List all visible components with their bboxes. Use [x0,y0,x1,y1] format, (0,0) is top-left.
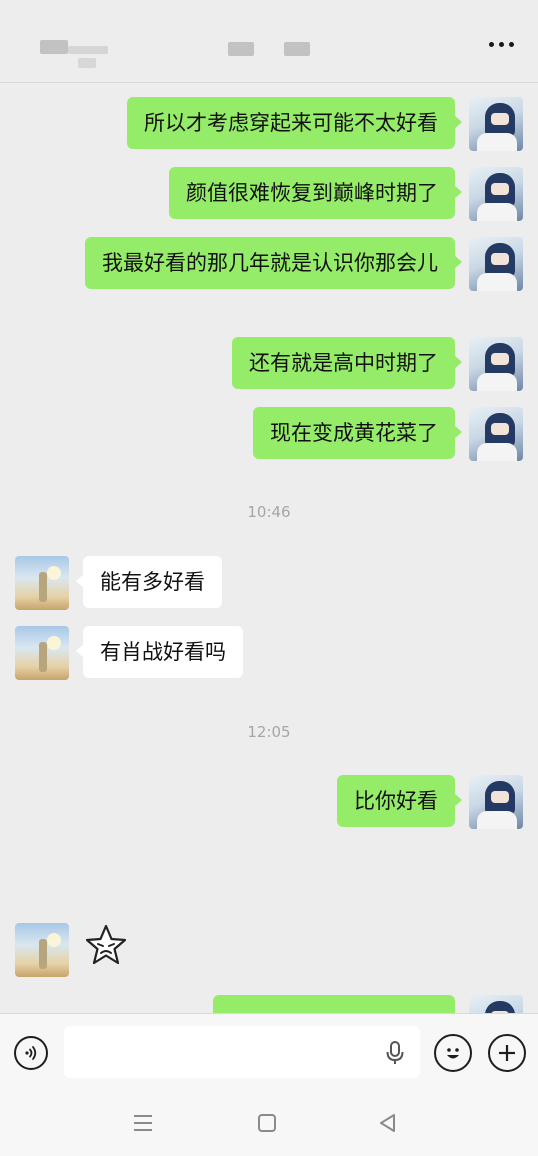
contact-message-bubble[interactable]: 能有多好看 [76,556,222,608]
message-row: 所以才考虑穿起来可能不太好看 [127,97,523,151]
blurred-text [68,46,108,54]
my-message-bubble[interactable]: 所以才考虑穿起来可能不太好看 [127,97,462,149]
emoji-icon[interactable] [434,1034,472,1072]
message-row: 还有就是高中时期了 [232,337,523,391]
my-message-bubble[interactable]: 现在变成黄花菜了 [253,407,462,459]
message-row: 现在变成黄花菜了 [253,407,523,461]
back-icon[interactable] [377,1112,399,1134]
message-row: 有肖战好看吗 [15,626,243,680]
more-dots-icon[interactable] [489,42,514,47]
message-row: 比你好看 [337,775,523,829]
timestamp: 12:05 [247,723,291,741]
my-message-bubble[interactable]: 比你好看 [337,775,462,827]
my-avatar[interactable] [469,775,523,829]
voice-mode-icon[interactable] [14,1036,48,1070]
my-avatar[interactable] [469,995,523,1013]
pouting-star-sticker-icon[interactable] [83,923,129,969]
plus-icon[interactable] [488,1034,526,1072]
home-icon[interactable] [256,1112,278,1134]
contact-avatar[interactable] [15,556,69,610]
my-avatar[interactable] [469,97,523,151]
message-input[interactable] [64,1026,420,1078]
my-avatar[interactable] [469,337,523,391]
message-row: 颜值很难恢复到巅峰时期了 [169,167,523,221]
message-input-bar [0,1013,538,1094]
chat-header [0,0,538,83]
blurred-back-area[interactable] [40,40,68,54]
timestamp: 10:46 [247,503,291,521]
blurred-text [78,58,96,68]
message-row [15,923,129,977]
message-row: 我最好看的那几年就是认识你那会儿 [85,237,523,291]
blurred-chat-title [284,42,310,56]
microphone-icon[interactable] [384,1040,406,1066]
my-avatar[interactable] [469,237,523,291]
my-avatar[interactable] [469,167,523,221]
menu-icon[interactable] [132,1113,154,1133]
my-message-bubble[interactable]: 颜值很难恢复到巅峰时期了 [169,167,462,219]
message-row [213,995,523,1013]
contact-message-bubble[interactable]: 有肖战好看吗 [76,626,243,678]
chat-message-list[interactable]: 所以才考虑穿起来可能不太好看 颜值很难恢复到巅峰时期了 我最好看的那几年就是认识… [0,83,538,1013]
system-navigation-bar [0,1093,538,1156]
my-avatar[interactable] [469,407,523,461]
message-row: 能有多好看 [15,556,222,610]
contact-avatar[interactable] [15,923,69,977]
my-message-bubble-cut-off[interactable] [213,995,455,1013]
contact-avatar[interactable] [15,626,69,680]
my-message-bubble[interactable]: 还有就是高中时期了 [232,337,462,389]
blurred-chat-title [228,42,254,56]
my-message-bubble[interactable]: 我最好看的那几年就是认识你那会儿 [85,237,462,289]
